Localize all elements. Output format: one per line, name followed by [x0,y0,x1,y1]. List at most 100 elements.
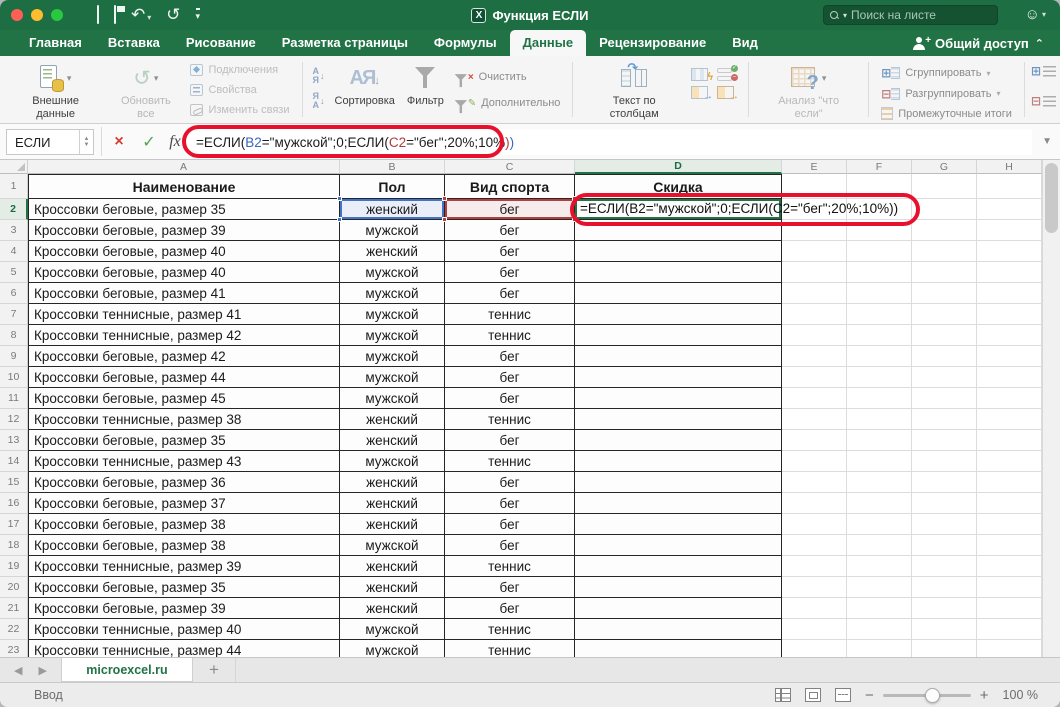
cell-H15[interactable] [977,472,1042,493]
cell-A15[interactable]: Кроссовки беговые, размер 36 [28,472,340,493]
cell-E21[interactable] [782,598,847,619]
cell-B23[interactable]: мужской [340,640,445,657]
cell-C9[interactable]: бег [445,346,575,367]
cell-C5[interactable]: бег [445,262,575,283]
cell-C11[interactable]: бег [445,388,575,409]
cell-A4[interactable]: Кроссовки беговые, размер 40 [28,241,340,262]
cell-G6[interactable] [912,283,977,304]
zoom-slider[interactable] [883,694,971,697]
cell-B13[interactable]: женский [340,430,445,451]
cell-F15[interactable] [847,472,912,493]
reference-handle-red[interactable] [442,196,447,201]
cell-E20[interactable] [782,577,847,598]
cell-G21[interactable] [912,598,977,619]
cell-D15[interactable] [575,472,782,493]
cell-E3[interactable] [782,220,847,241]
cell-D19[interactable] [575,556,782,577]
select-all-corner[interactable] [0,160,28,174]
cell-A12[interactable]: Кроссовки теннисные, размер 38 [28,409,340,430]
cell-C19[interactable]: теннис [445,556,575,577]
cell-A6[interactable]: Кроссовки беговые, размер 41 [28,283,340,304]
tab-7[interactable]: Рецензирование [586,30,719,56]
row-header-13[interactable]: 13 [0,430,28,451]
show-detail-button[interactable]: ⊞ [1031,64,1056,78]
row-header-18[interactable]: 18 [0,535,28,556]
prev-sheet-icon[interactable]: ◀ [14,664,22,677]
cell-A16[interactable]: Кроссовки беговые, размер 37 [28,493,340,514]
cell-E6[interactable] [782,283,847,304]
consolidate-icon[interactable]: → [691,86,708,99]
sort-button[interactable]: АЯ↓ Сортировка [329,61,401,110]
cell-A2[interactable]: Кроссовки беговые, размер 35 [28,199,340,220]
column-header-A[interactable]: A [28,160,340,174]
cell-C4[interactable]: бег [445,241,575,262]
cell-A8[interactable]: Кроссовки теннисные, размер 42 [28,325,340,346]
cell-F9[interactable] [847,346,912,367]
cell-A14[interactable]: Кроссовки теннисные, размер 43 [28,451,340,472]
external-data-button[interactable]: ▾ Внешние данные [6,61,105,122]
cell-H8[interactable] [977,325,1042,346]
cell-D11[interactable] [575,388,782,409]
cell-C2[interactable]: бег [445,199,575,220]
filter-button[interactable]: Фильтр [401,61,450,110]
cell-A10[interactable]: Кроссовки беговые, размер 44 [28,367,340,388]
table-header-name[interactable]: Наименование [28,174,340,199]
column-header-H[interactable]: H [977,160,1042,174]
close-window-button[interactable] [11,9,23,21]
cell-E13[interactable] [782,430,847,451]
row-header-8[interactable]: 8 [0,325,28,346]
cell-C18[interactable]: бег [445,535,575,556]
name-box-stepper[interactable]: ▲▼ [79,130,93,154]
column-header-C[interactable]: C [445,160,575,174]
cell-B21[interactable]: женский [340,598,445,619]
cell-A13[interactable]: Кроссовки беговые, размер 35 [28,430,340,451]
row-header-16[interactable]: 16 [0,493,28,514]
row-header-23[interactable]: 23 [0,640,28,657]
tab-4[interactable]: Разметка страницы [269,30,421,56]
cell-F23[interactable] [847,640,912,657]
cell-D18[interactable] [575,535,782,556]
cell-G1[interactable] [912,174,977,199]
cell-E10[interactable] [782,367,847,388]
reference-handle-red[interactable] [572,196,577,201]
cell-G19[interactable] [912,556,977,577]
cell-D14[interactable] [575,451,782,472]
edit-links-button[interactable]: Изменить связи [190,104,289,116]
cell-D4[interactable] [575,241,782,262]
cell-D7[interactable] [575,304,782,325]
cell-C15[interactable]: бег [445,472,575,493]
cell-A17[interactable]: Кроссовки беговые, размер 38 [28,514,340,535]
cell-C21[interactable]: бег [445,598,575,619]
cell-A20[interactable]: Кроссовки беговые, размер 35 [28,577,340,598]
collapse-ribbon-icon[interactable]: ⌃ [1035,37,1044,50]
cell-B4[interactable]: женский [340,241,445,262]
cell-H3[interactable] [977,220,1042,241]
cell-D22[interactable] [575,619,782,640]
cell-D21[interactable] [575,598,782,619]
cell-D6[interactable] [575,283,782,304]
cell-E5[interactable] [782,262,847,283]
cell-H5[interactable] [977,262,1042,283]
cell-D13[interactable] [575,430,782,451]
table-header-gender[interactable]: Пол [340,174,445,199]
add-sheet-button[interactable]: + [193,658,236,682]
cell-D5[interactable] [575,262,782,283]
row-header-14[interactable]: 14 [0,451,28,472]
cell-F12[interactable] [847,409,912,430]
save-icon[interactable] [114,6,116,24]
cell-G2[interactable] [912,199,977,220]
cell-G17[interactable] [912,514,977,535]
cell-H17[interactable] [977,514,1042,535]
cell-B2[interactable]: женский [340,199,445,220]
cell-F18[interactable] [847,535,912,556]
cell-B20[interactable]: женский [340,577,445,598]
cell-F6[interactable] [847,283,912,304]
cell-G7[interactable] [912,304,977,325]
tab-6[interactable]: Данные [510,30,587,56]
cell-G15[interactable] [912,472,977,493]
expand-formula-bar-icon[interactable]: ▼ [1042,136,1052,147]
row-header-22[interactable]: 22 [0,619,28,640]
cell-H14[interactable] [977,451,1042,472]
cell-G16[interactable] [912,493,977,514]
table-header-sport[interactable]: Вид спорта [445,174,575,199]
